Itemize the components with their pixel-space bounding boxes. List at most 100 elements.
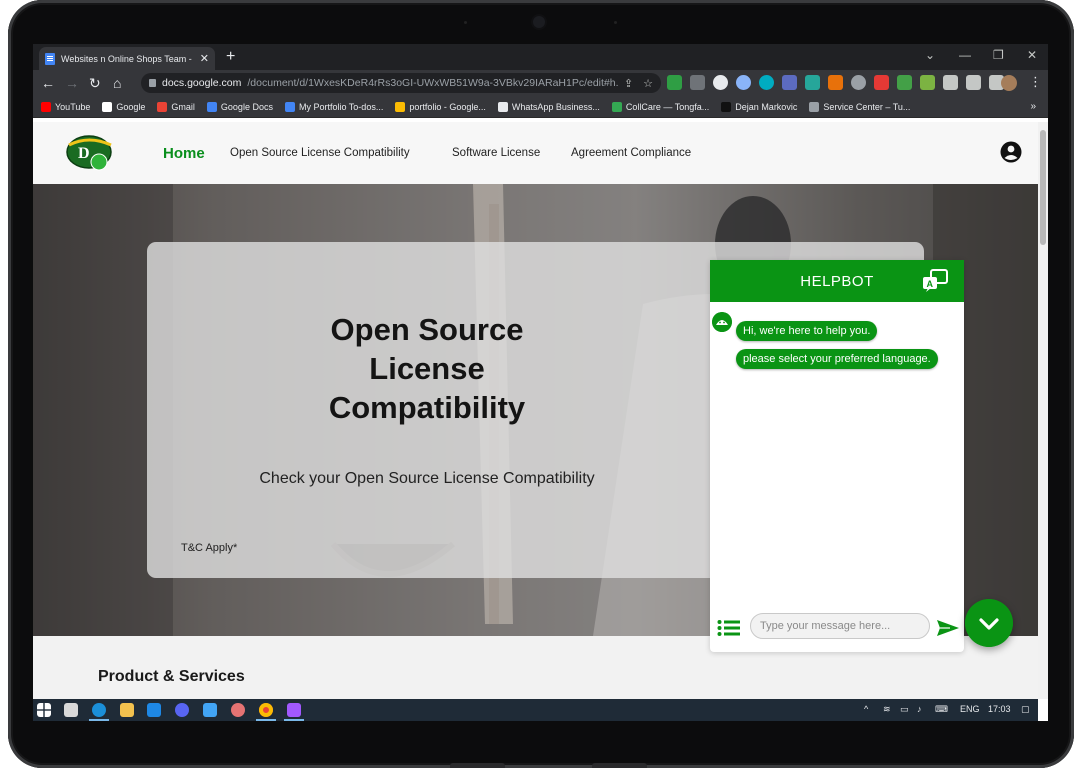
new-tab-button[interactable]: + — [226, 48, 235, 66]
bookmark-item[interactable]: Service Center – Tu... — [809, 101, 911, 112]
bookmark-label: CollCare — Tongfa... — [625, 101, 710, 112]
hero-title-line: Compatibility — [328, 390, 526, 425]
maximize-button[interactable]: ❐ — [993, 48, 1004, 62]
back-icon[interactable]: ← — [41, 75, 55, 91]
bookmark-label: Service Center – Tu... — [823, 101, 911, 112]
bookmarks-overflow-icon[interactable]: » — [1030, 101, 1036, 112]
chat-toggle-button[interactable] — [965, 599, 1013, 647]
user-account-icon[interactable] — [1000, 141, 1022, 163]
bookmark-item[interactable]: Google — [102, 101, 146, 112]
extension-icon[interactable] — [782, 75, 797, 90]
site-navbar: D Home Open Source License Compatibility… — [33, 122, 1038, 184]
bookmark-label: YouTube — [55, 101, 91, 112]
forward-icon[interactable]: → — [65, 75, 79, 91]
bookmark-item[interactable]: portfolio - Google... — [395, 101, 486, 112]
battery-icon[interactable]: ▭ — [900, 704, 909, 715]
scrollbar-thumb[interactable] — [1040, 130, 1046, 245]
extension-icon[interactable] — [805, 75, 820, 90]
active-app-indicator — [256, 719, 276, 721]
list-menu-icon[interactable] — [717, 619, 741, 637]
edge-icon[interactable] — [92, 703, 106, 717]
reload-icon[interactable]: ↻ — [89, 75, 101, 92]
translate-icon[interactable]: A — [922, 269, 948, 293]
bookmark-favicon-icon — [721, 101, 732, 112]
extension-icon[interactable] — [713, 75, 728, 90]
puzzle-icon[interactable] — [943, 75, 958, 90]
bookmark-item[interactable]: CollCare — Tongfa... — [611, 101, 710, 112]
active-app-indicator — [284, 719, 304, 721]
extension-icon[interactable] — [759, 75, 774, 90]
browser-tabstrip: Websites n Online Shops Team - ✕ + ⌄ — ❐… — [33, 44, 1048, 70]
close-tab-icon[interactable]: ✕ — [200, 52, 209, 65]
lock-icon — [149, 79, 156, 87]
active-app-indicator — [89, 719, 109, 721]
bot-message: Hi, we're here to help you. — [736, 321, 878, 341]
helpbot-widget: HELPBOT A Hi, we're here to help you. pl… — [710, 260, 964, 652]
language-indicator[interactable]: ENG — [960, 704, 980, 714]
device-clip — [592, 763, 647, 768]
nav-link-software-license[interactable]: Software License — [452, 147, 540, 159]
send-icon[interactable] — [936, 618, 960, 638]
device-clip — [450, 763, 505, 768]
app-icon[interactable] — [231, 703, 245, 717]
address-bar[interactable]: docs.google.com /document/d/1WxesKDeR4rR… — [141, 73, 661, 93]
nav-home-link[interactable]: Home — [163, 145, 205, 162]
home-icon[interactable]: ⌂ — [113, 75, 121, 91]
share-icon[interactable]: ⇪ — [624, 77, 633, 90]
download-icon[interactable] — [966, 75, 981, 90]
windows-taskbar: ^ ≋ ▭ ♪ ⌨ ENG 17:03 ▢ — [33, 699, 1038, 721]
page-scrollbar[interactable] — [1038, 122, 1048, 699]
bookmark-item[interactable]: Gmail — [157, 101, 195, 112]
bookmark-label: Gmail — [171, 101, 195, 112]
bookmark-item[interactable]: My Portfolio To-dos... — [284, 101, 383, 112]
task-view-icon[interactable] — [64, 703, 78, 717]
figma-icon[interactable] — [287, 703, 301, 717]
bookmark-favicon-icon — [41, 101, 51, 112]
windows-start-icon[interactable] — [37, 703, 51, 717]
extension-icon[interactable] — [690, 75, 705, 90]
discord-icon[interactable] — [175, 703, 189, 717]
bookmark-item[interactable]: YouTube — [41, 101, 91, 112]
minimize-button[interactable]: — — [959, 48, 971, 62]
nav-link-oslc[interactable]: Open Source License Compatibility — [230, 147, 410, 159]
bookmark-item[interactable]: WhatsApp Business... — [497, 101, 600, 112]
docs-icon — [45, 52, 55, 65]
app-icon[interactable] — [203, 703, 217, 717]
bookmark-item[interactable]: Google Docs — [206, 101, 273, 112]
volume-icon[interactable]: ♪ — [917, 704, 922, 714]
chrome-icon[interactable] — [259, 703, 273, 717]
bookmark-label: Google Docs — [220, 101, 273, 112]
keyboard-icon[interactable]: ⌨ — [935, 704, 948, 715]
svg-text:A: A — [927, 279, 934, 289]
file-explorer-icon[interactable] — [120, 703, 134, 717]
bookmarks-bar: YouTube Google Gmail Google Docs My Portfoli… — [33, 96, 1048, 118]
extension-icon[interactable] — [667, 75, 682, 90]
extension-icon[interactable] — [851, 75, 866, 90]
bookmark-item[interactable]: Dejan Markovic — [721, 101, 797, 112]
extension-icon[interactable] — [874, 75, 889, 90]
notifications-icon[interactable]: ▢ — [1021, 704, 1030, 715]
nav-link-agreement-compliance[interactable]: Agreement Compliance — [571, 147, 691, 159]
extension-icon[interactable] — [897, 75, 912, 90]
kebab-menu-icon[interactable]: ⋮ — [1029, 74, 1042, 90]
bookmark-label: Google — [116, 101, 146, 112]
extension-icon[interactable] — [736, 75, 751, 90]
helpbot-header: HELPBOT A — [710, 260, 964, 302]
network-icon[interactable]: ≋ — [883, 704, 891, 715]
tab-search-icon[interactable]: ⌄ — [925, 48, 935, 62]
close-window-button[interactable]: ✕ — [1027, 48, 1037, 62]
website: D Home Open Source License Compatibility… — [33, 122, 1038, 699]
extension-icon[interactable] — [920, 75, 935, 90]
bookmark-star-icon[interactable]: ☆ — [643, 77, 653, 90]
extension-icon[interactable] — [828, 75, 843, 90]
browser-tab[interactable]: Websites n Online Shops Team - ✕ — [39, 47, 215, 70]
extensions-row — [667, 75, 1004, 90]
tray-chevron-icon[interactable]: ^ — [864, 704, 868, 714]
chat-message-input[interactable] — [750, 613, 930, 639]
clock[interactable]: 17:03 — [988, 704, 1011, 714]
bookmark-favicon-icon — [206, 101, 217, 112]
mail-icon[interactable] — [147, 703, 161, 717]
logo[interactable]: D — [66, 133, 114, 171]
avatar[interactable] — [1001, 75, 1017, 91]
svg-text:D: D — [78, 145, 90, 162]
